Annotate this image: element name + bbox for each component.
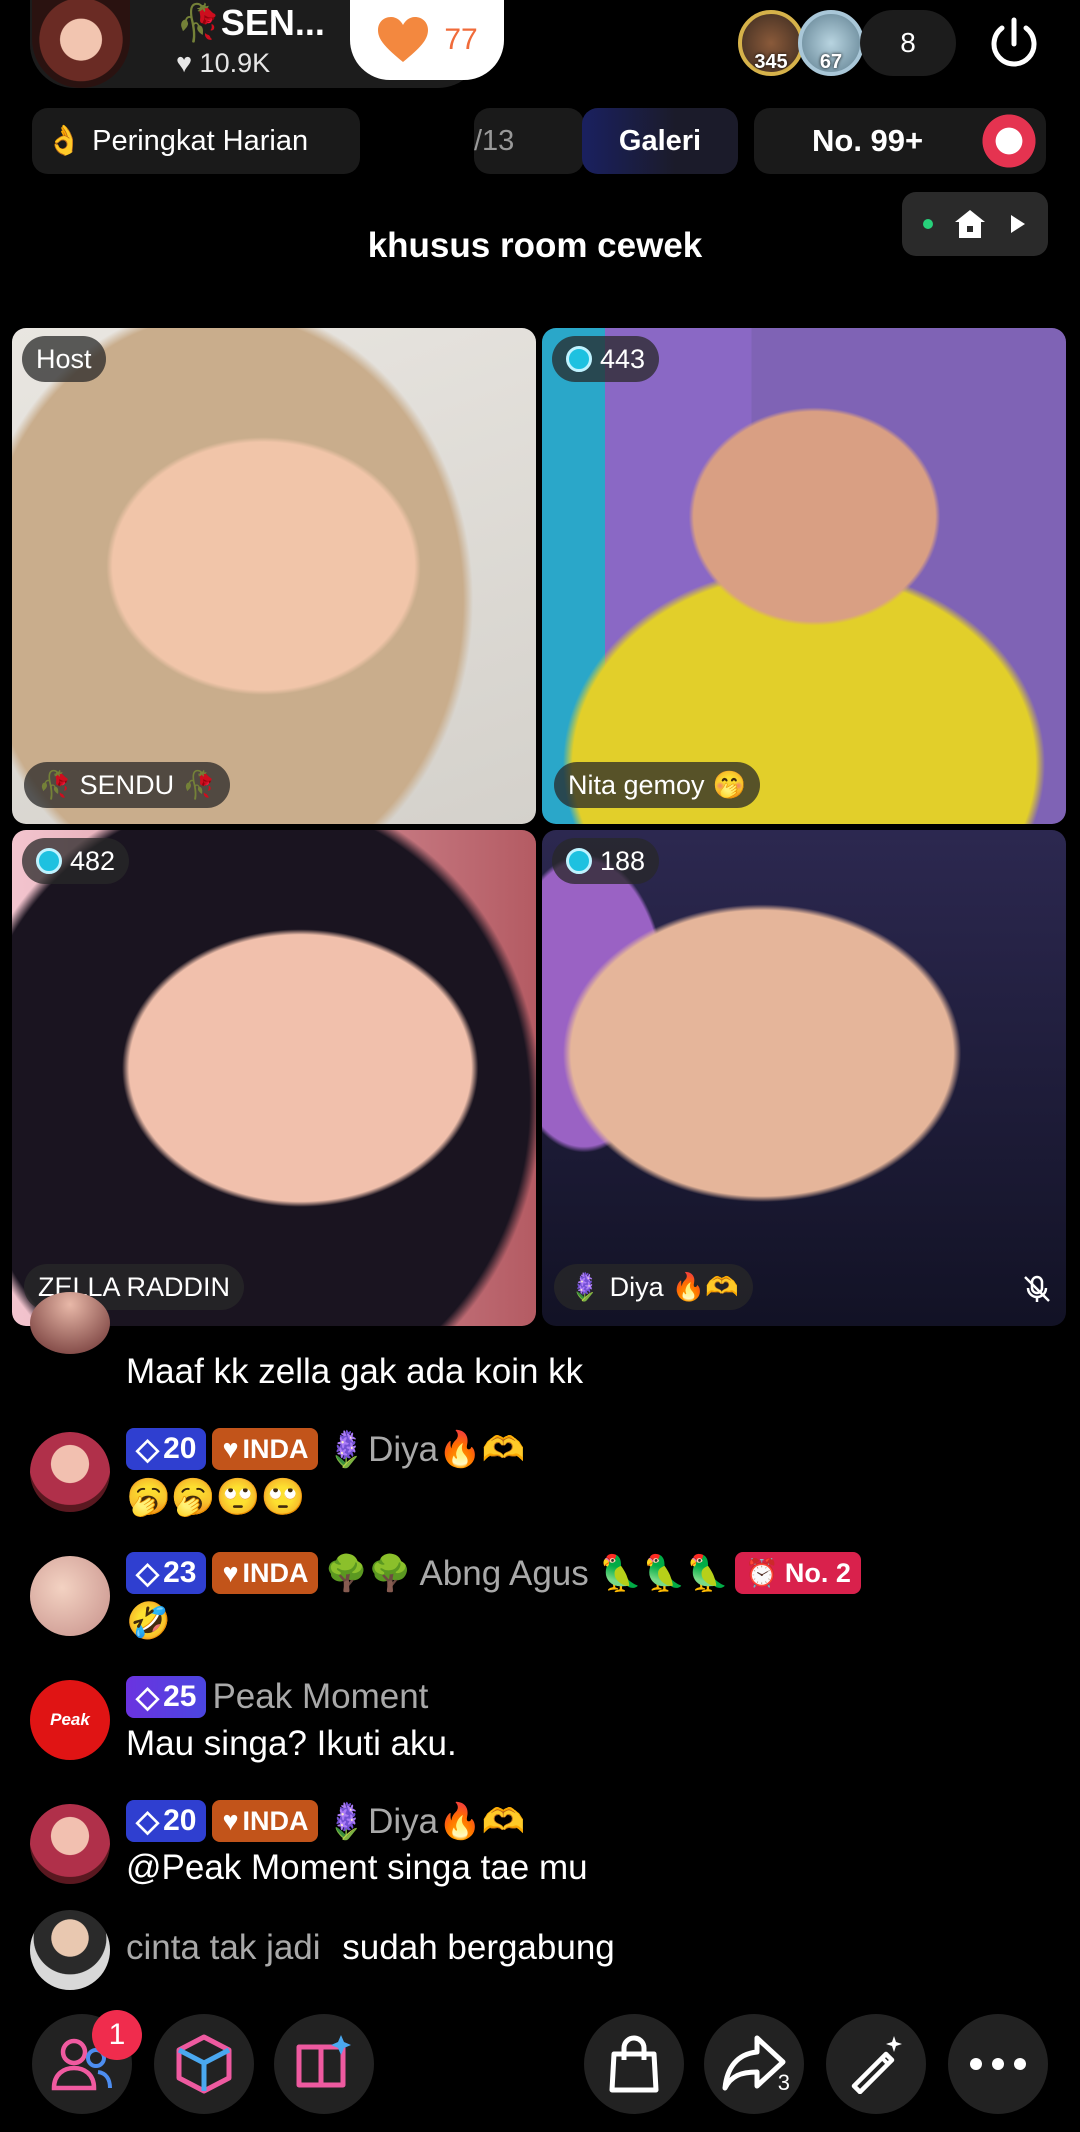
- play-icon[interactable]: [1008, 213, 1028, 235]
- notification-badge: 1: [92, 2010, 142, 2060]
- chat-text: @Peak Moment singa tae mu: [126, 1848, 588, 1887]
- chat-avatar[interactable]: [30, 1432, 110, 1512]
- chat-username[interactable]: 🌳🌳 Abng Agus 🦜🦜🦜: [324, 1553, 729, 1594]
- chat-header: ◇ 20 ♥ INDA 🪻Diya🔥🫶: [126, 1800, 525, 1842]
- effects-button[interactable]: [826, 2014, 926, 2114]
- chat-text: 🤣: [126, 1600, 171, 1641]
- diamond-icon: ◇: [136, 1680, 160, 1714]
- chat-header: ◇ 25 Peak Moment: [126, 1676, 428, 1718]
- fan-badge: ♥ INDA: [212, 1800, 319, 1842]
- viewer-score: 67: [819, 51, 843, 73]
- chat-header: ◇ 20 ♥ INDA 🪻Diya🔥🫶: [126, 1428, 525, 1470]
- book-sparkle-icon: [296, 2035, 351, 2088]
- video-tile-host[interactable]: Host 🥀 SENDU 🥀: [12, 328, 536, 824]
- home-icon[interactable]: [953, 208, 987, 240]
- gem-icon: [566, 848, 592, 874]
- heart-icon: ♥: [222, 1805, 239, 1836]
- tile-label: Host: [22, 336, 106, 382]
- share-button[interactable]: 3: [704, 2014, 804, 2114]
- daily-ranking-chip[interactable]: 👌 Peringkat Harian: [32, 108, 360, 174]
- chat-username[interactable]: 🪻Diya🔥🫶: [324, 1801, 525, 1842]
- shopping-bag-icon: [609, 2035, 659, 2093]
- rank-badge: ⏰ No. 2: [735, 1552, 861, 1594]
- top-viewer-avatar[interactable]: 67: [798, 10, 864, 76]
- diamond-icon: ◇: [136, 1432, 160, 1466]
- chat-text: 🥱🥱🙄🙄: [126, 1476, 306, 1517]
- more-dots-icon: [970, 2058, 1026, 2070]
- book-button[interactable]: [274, 2014, 374, 2114]
- like-button[interactable]: 77: [350, 0, 504, 80]
- like-count: 77: [444, 23, 478, 56]
- fan-badge: ♥ INDA: [212, 1428, 319, 1470]
- join-text: cinta tak jadi sudah bergabung: [126, 1928, 615, 1968]
- tile-score: 188: [552, 838, 660, 884]
- daily-ranking-label: Peringkat Harian: [92, 124, 309, 157]
- share-count: 3: [777, 2070, 790, 2095]
- fan-badge: ♥ INDA: [212, 1552, 319, 1594]
- chat-avatar[interactable]: [30, 1556, 110, 1636]
- heart-icon: ♥: [222, 1557, 239, 1588]
- cube-icon: [176, 2034, 232, 2094]
- power-icon[interactable]: [984, 14, 1044, 74]
- partial-chip-label: /13: [474, 124, 515, 157]
- host-name: 🥀SEN...: [176, 2, 325, 43]
- level-badge: ◇ 20: [126, 1800, 207, 1842]
- partial-chip[interactable]: /13: [474, 108, 584, 174]
- fire-icon: 👌: [46, 125, 83, 157]
- tile-score: 443: [552, 336, 660, 382]
- level-badge: ◇ 23: [126, 1552, 207, 1594]
- viewer-count[interactable]: 8: [860, 10, 956, 76]
- video-tile-guest[interactable]: 443 Nita gemoy 🤭: [542, 328, 1066, 824]
- galeri-chip[interactable]: Galeri: [582, 108, 738, 174]
- tile-score: 482: [22, 838, 130, 884]
- heart-icon: [378, 17, 429, 62]
- rank-badge-icon: [978, 110, 1040, 172]
- box-button[interactable]: [154, 2014, 254, 2114]
- magic-wand-icon: [851, 2036, 902, 2094]
- gem-icon: [566, 346, 592, 372]
- level-badge: ◇ 20: [126, 1428, 207, 1470]
- chat-text: Mau singa? Ikuti aku.: [126, 1724, 457, 1763]
- viewer-score: 345: [754, 51, 788, 73]
- rank-number-chip[interactable]: No. 99+: [754, 108, 1046, 174]
- shop-button[interactable]: [584, 2014, 684, 2114]
- host-likes: ♥ 10.9K: [176, 48, 271, 78]
- chat-username[interactable]: Peak Moment: [212, 1677, 428, 1717]
- host-info-pill[interactable]: 🥀SEN... ♥ 10.9K 77: [30, 0, 504, 88]
- diamond-icon: ◇: [136, 1804, 160, 1838]
- more-button[interactable]: [948, 2014, 1048, 2114]
- rank-number-label: No. 99+: [812, 123, 924, 158]
- chat-avatar[interactable]: [30, 1910, 110, 1990]
- chat-username[interactable]: 🪻Diya🔥🫶: [324, 1429, 525, 1470]
- tile-name[interactable]: 🪻 Diya 🔥🫶: [554, 1264, 753, 1310]
- chat-header: ◇ 23 ♥ INDA 🌳🌳 Abng Agus 🦜🦜🦜 ⏰ No. 2: [126, 1552, 861, 1594]
- chat-avatar[interactable]: Peak: [30, 1680, 110, 1760]
- room-controls[interactable]: [902, 192, 1048, 256]
- tile-name[interactable]: 🥀 SENDU 🥀: [24, 762, 230, 808]
- online-dot-icon: [922, 219, 933, 229]
- heart-icon: ♥: [222, 1433, 239, 1464]
- chat-text: Maaf kk zella gak ada koin kk: [126, 1352, 584, 1391]
- chat-avatar[interactable]: [30, 1804, 110, 1884]
- mic-muted-icon: [1024, 1275, 1050, 1302]
- video-tile-guest[interactable]: 482 ZELLA RADDIN: [12, 830, 536, 1326]
- diamond-icon: ◇: [136, 1556, 160, 1590]
- tile-name[interactable]: Nita gemoy 🤭: [554, 762, 761, 808]
- alarm-clock-icon: ⏰: [745, 1558, 779, 1588]
- join-username[interactable]: cinta tak jadi: [126, 1928, 321, 1968]
- host-avatar[interactable]: [32, 0, 130, 88]
- video-tile-guest[interactable]: 188 🪻 Diya 🔥🫶: [542, 830, 1066, 1326]
- chat-avatar[interactable]: [30, 1292, 110, 1354]
- top-viewer-avatar[interactable]: 345: [738, 10, 804, 76]
- galeri-label: Galeri: [618, 124, 702, 157]
- level-badge: ◇ 25: [126, 1676, 207, 1718]
- join-message: sudah bergabung: [342, 1928, 615, 1967]
- gem-icon: [36, 848, 62, 874]
